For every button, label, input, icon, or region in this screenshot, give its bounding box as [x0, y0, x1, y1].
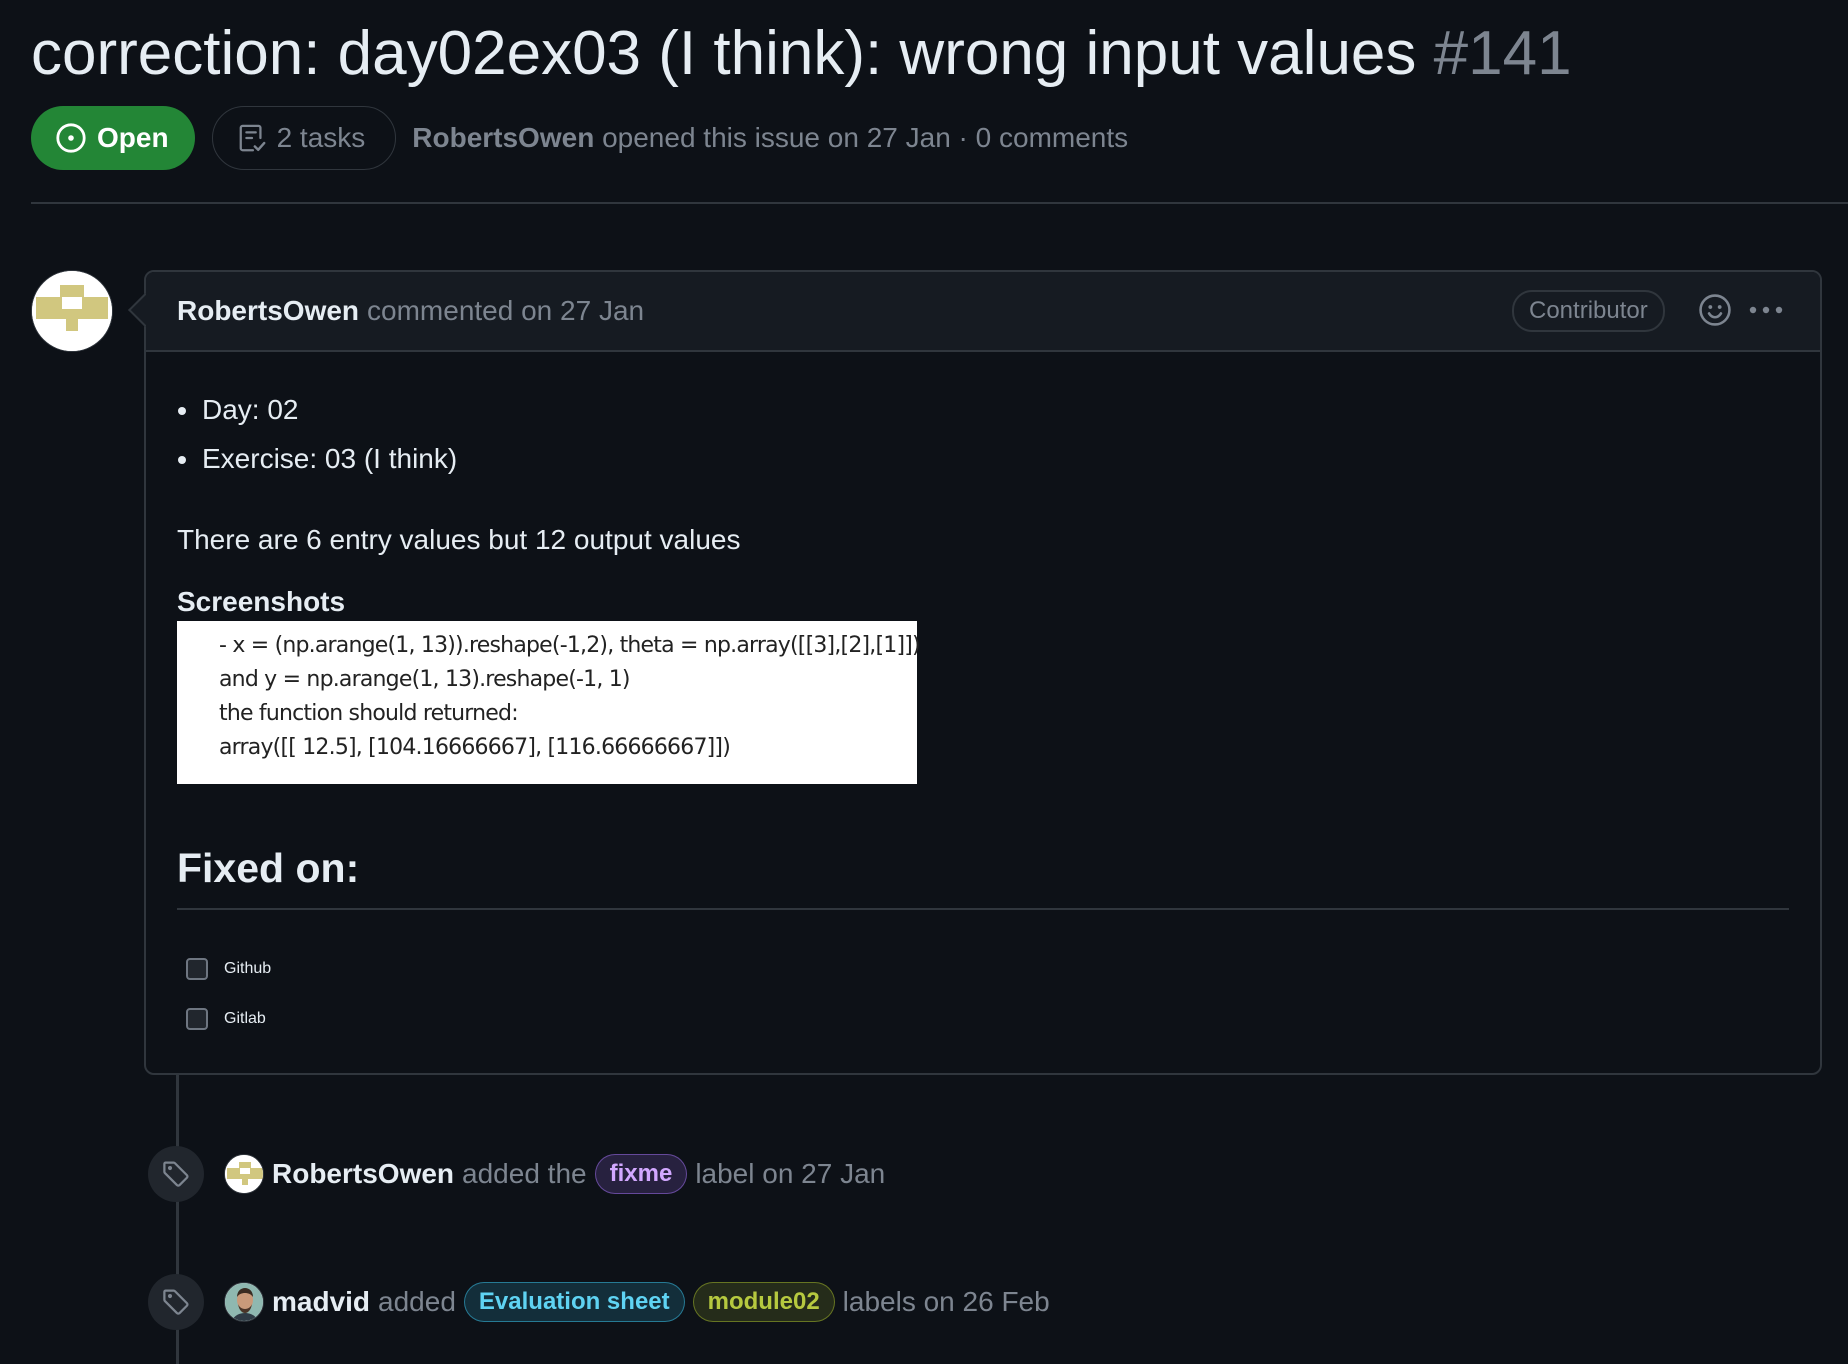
issue-opened-icon: [56, 123, 86, 153]
screenshot-line: and y = np.arange(1, 13).reshape(-1, 1): [219, 667, 630, 692]
tasklist-icon: [239, 124, 265, 152]
task-item: Github: [186, 949, 271, 989]
screenshot-line: the function should returned:: [219, 701, 519, 726]
task-checkbox[interactable]: [186, 958, 208, 980]
comment-timestamp[interactable]: commented on 27 Jan: [367, 295, 644, 327]
identicon-avatar: [225, 1155, 263, 1193]
timeline-event-label: RobertsOwen added the fixme label on 27 …: [148, 1146, 885, 1202]
description-paragraph: There are 6 entry values but 12 output v…: [177, 524, 741, 555]
avatar[interactable]: [31, 270, 113, 352]
event-suffix: labels on 26 Feb: [842, 1286, 1050, 1317]
state-badge: Open: [31, 106, 195, 170]
label-evaluation-sheet[interactable]: Evaluation sheet: [463, 1282, 685, 1322]
comment-header: RobertsOwen commented on 27 Jan Contribu…: [146, 272, 1820, 352]
info-list: Day: 02 Exercise: 03 (I think): [177, 390, 457, 488]
list-item: Day: 02: [177, 390, 457, 439]
avatar[interactable]: [224, 1154, 264, 1194]
issue-meta: Open 2 tasks RobertsOwen opened this iss…: [31, 106, 1128, 170]
screenshot-image[interactable]: - x = (np.arange(1, 13)).reshape(-1,2), …: [177, 621, 921, 784]
issue-title: correction: day02ex03 (I think): wrong i…: [31, 19, 1417, 88]
event-icon: [148, 1146, 204, 1202]
header-divider: [31, 202, 1848, 204]
kebab-horizontal-icon[interactable]: [1746, 293, 1786, 327]
tasks-badge[interactable]: 2 tasks: [211, 106, 397, 170]
label-module02[interactable]: module02: [692, 1282, 835, 1322]
event-suffix: label on 27 Jan: [695, 1158, 886, 1189]
identicon-avatar: [32, 271, 112, 351]
tag-icon: [163, 1161, 189, 1187]
event-action: added: [378, 1286, 456, 1317]
task-label: Gitlab: [224, 1010, 266, 1027]
event-text: madvid added Evaluation sheet module02 l…: [272, 1282, 1050, 1322]
issue-title-row: correction: day02ex03 (I think): wrong i…: [31, 14, 1572, 94]
issue-comment: RobertsOwen commented on 27 Jan Contribu…: [144, 270, 1822, 1075]
screenshot-line: - x = (np.arange(1, 13)).reshape(-1,2), …: [219, 633, 921, 658]
smiley-icon[interactable]: [1698, 293, 1732, 327]
issue-number: #141: [1433, 19, 1572, 88]
screenshot-line: array([[ 12.5], [104.16666667], [116.666…: [219, 735, 731, 760]
event-actor-link[interactable]: madvid: [272, 1286, 370, 1318]
event-actor-link[interactable]: RobertsOwen: [272, 1158, 454, 1190]
task-label: Github: [224, 960, 272, 977]
event-text: RobertsOwen added the fixme label on 27 …: [272, 1154, 885, 1194]
task-checkbox[interactable]: [186, 1008, 208, 1030]
event-icon: [148, 1274, 204, 1330]
timeline-event-label: madvid added Evaluation sheet module02 l…: [148, 1274, 1050, 1330]
avatar[interactable]: [224, 1282, 264, 1322]
tasks-count: 2 tasks: [276, 122, 366, 153]
issue-opened-text: RobertsOwen opened this issue on 27 Jan …: [412, 122, 1128, 154]
state-label: Open: [97, 122, 169, 153]
label-fixme[interactable]: fixme: [594, 1154, 688, 1194]
contributor-badge: Contributor: [1512, 290, 1665, 332]
user-photo-avatar: [225, 1283, 263, 1321]
event-action: added the: [462, 1158, 587, 1189]
list-item: Exercise: 03 (I think): [177, 439, 457, 488]
opened-description: opened this issue on 27 Jan · 0 comments: [602, 122, 1129, 153]
comment-author-link[interactable]: RobertsOwen: [177, 295, 359, 327]
heading-divider: [177, 908, 1789, 910]
task-item: Gitlab: [186, 999, 266, 1039]
screenshots-heading: Screenshots: [177, 586, 346, 617]
issue-author-link[interactable]: RobertsOwen: [412, 122, 594, 153]
tag-icon: [163, 1289, 189, 1315]
fixed-on-heading: Fixed on:: [177, 845, 360, 891]
